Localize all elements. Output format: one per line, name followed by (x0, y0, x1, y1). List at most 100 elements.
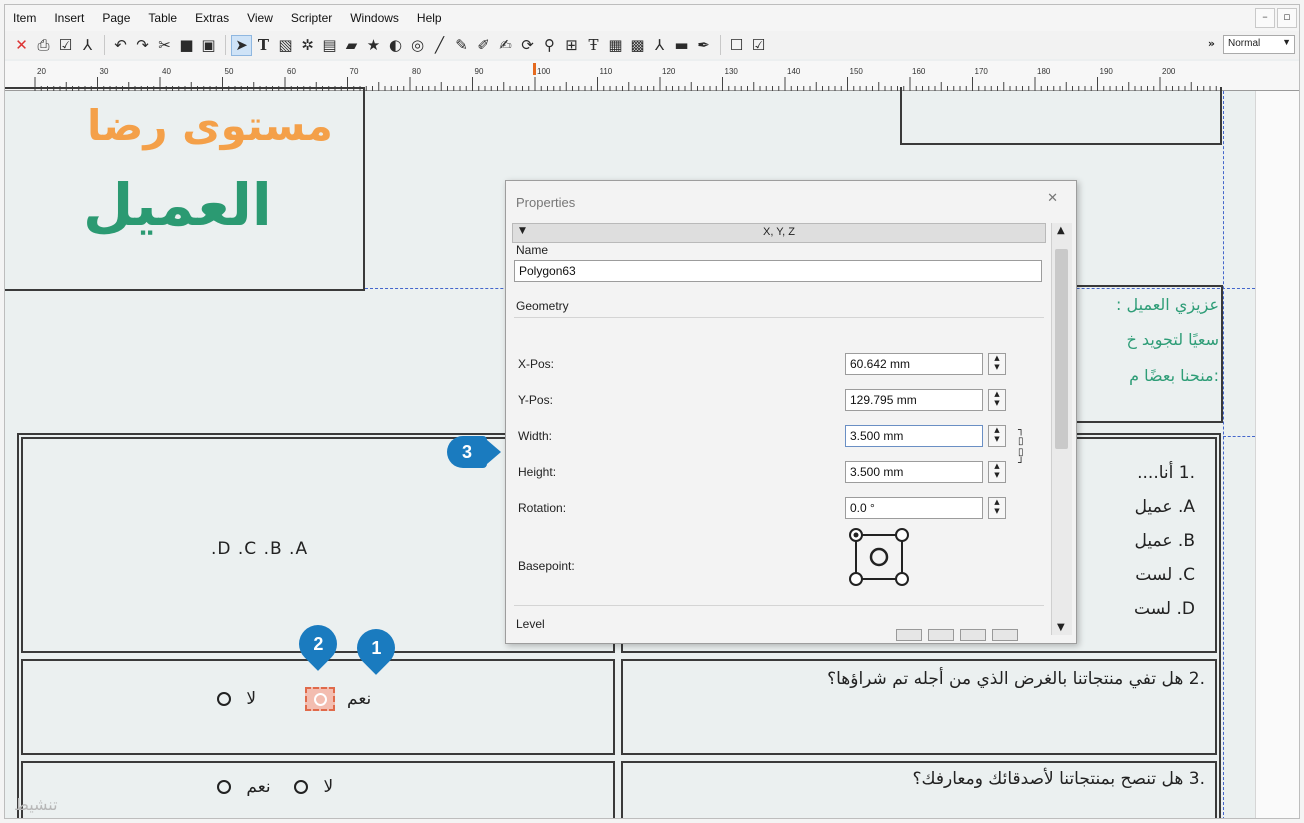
rotate-icon[interactable]: ⟳ (517, 35, 538, 56)
ypos-spinner[interactable]: ▲ ▼ (988, 389, 1006, 411)
width-input[interactable]: 3.500 mm (845, 425, 983, 447)
text-frame-icon[interactable]: T (253, 35, 274, 56)
print-icon[interactable]: ⎙ (33, 35, 54, 56)
pdf-checkbox-icon[interactable]: ☑ (748, 35, 769, 56)
menu-item-scripter[interactable]: Scripter (283, 11, 342, 25)
rotation-label: Rotation: (518, 501, 567, 515)
menu-item-item[interactable]: Item (5, 11, 46, 25)
ruler-label: 40 (162, 67, 171, 76)
ruler-label: 190 (1100, 67, 1114, 76)
table-icon[interactable]: ▤ (319, 35, 340, 56)
zoom-icon[interactable]: ⚲ (539, 35, 560, 56)
close-icon[interactable]: ✕ (1047, 191, 1058, 206)
line-icon[interactable]: ╱ (429, 35, 450, 56)
dialog-scrollbar[interactable]: ▲ ▼ (1051, 223, 1072, 635)
measure-icon[interactable]: ⅄ (649, 35, 670, 56)
header-frame[interactable] (900, 87, 1222, 145)
view-mode-value: Normal (1228, 38, 1261, 49)
q1-option-c: C. لست (1135, 565, 1195, 585)
image-frame-icon[interactable]: ▧ (275, 35, 296, 56)
minimize-icon[interactable]: – (1255, 8, 1275, 28)
basepoint-selector-icon[interactable] (848, 527, 910, 587)
shape-icon[interactable]: ▰ (341, 35, 362, 56)
paste-icon[interactable]: ▣ (198, 35, 219, 56)
ruler-label: 160 (912, 67, 926, 76)
callout-marker-3: 3 (447, 436, 501, 468)
view-mode-select[interactable]: Normal ▼ (1223, 35, 1295, 54)
ruler-label: 110 (600, 67, 613, 76)
level-button[interactable] (928, 629, 954, 641)
menu-item-table[interactable]: Table (140, 11, 187, 25)
spiral-icon[interactable]: ◎ (407, 35, 428, 56)
height-spinner[interactable]: ▲ ▼ (988, 461, 1006, 483)
arc-icon[interactable]: ◐ (385, 35, 406, 56)
link-frames-icon[interactable]: ▦ (605, 35, 626, 56)
freehand-icon[interactable]: ✐ (473, 35, 494, 56)
menu-item-extras[interactable]: Extras (187, 11, 239, 25)
ypos-label: Y-Pos: (518, 393, 553, 407)
eyedropper-icon[interactable]: ✒ (693, 35, 714, 56)
chevron-up-icon[interactable]: ▲ (1057, 225, 1065, 236)
q3-yes-label: نعم (246, 777, 271, 797)
cut-icon[interactable]: ✂ (154, 35, 175, 56)
q3-no-radio[interactable] (217, 780, 231, 794)
q1-option-d: D. لست (1134, 599, 1195, 619)
geometry-group-label: Geometry (516, 299, 569, 313)
menu-item-insert[interactable]: Insert (46, 11, 94, 25)
scrollbar-thumb[interactable] (1055, 249, 1068, 449)
level-button[interactable] (896, 629, 922, 641)
menu-item-view[interactable]: View (239, 11, 283, 25)
ruler-label: 130 (725, 67, 739, 76)
unlink-frames-icon[interactable]: ▩ (627, 35, 648, 56)
margin-guide (1223, 91, 1224, 818)
pdf-export-icon[interactable]: ⅄ (77, 35, 98, 56)
close-doc-icon[interactable]: ✕ (11, 35, 32, 56)
height-input[interactable]: 3.500 mm (845, 461, 983, 483)
q1-answer-letters: .D .C .B .A (211, 539, 309, 559)
menu-item-windows[interactable]: Windows (342, 11, 409, 25)
pasteboard-right (1255, 91, 1299, 818)
bezier-icon[interactable]: ✎ (451, 35, 472, 56)
q2-yes-radio-selected[interactable] (305, 687, 335, 711)
ruler-label: 90 (475, 67, 484, 76)
level-button[interactable] (960, 629, 986, 641)
ruler-label: 140 (787, 67, 801, 76)
redo-icon[interactable]: ↷ (132, 35, 153, 56)
rotation-spinner[interactable]: ▲ ▼ (988, 497, 1006, 519)
copy-properties-icon[interactable]: ▬ (671, 35, 692, 56)
chevron-down-icon: ▼ (1282, 37, 1291, 47)
q2-no-radio[interactable] (217, 692, 231, 706)
ruler-label: 80 (412, 67, 421, 76)
menu-item-help[interactable]: Help (409, 11, 452, 25)
q3-yes-radio[interactable] (294, 780, 309, 794)
preflight-check-icon[interactable]: ☑ (55, 35, 76, 56)
chevron-down-icon[interactable]: ▼ (1057, 622, 1065, 633)
toolbar-overflow-button[interactable]: » (1208, 37, 1215, 50)
watermark-text: تنشيط (14, 795, 58, 814)
properties-dialog[interactable]: Properties ✕ ▼ X, Y, Z ▲ ▼ Name Polygon6… (505, 180, 1077, 644)
keep-ratio-chain-icon[interactable]: ┐ ▯ ▯ ┘ (1018, 425, 1030, 469)
undo-icon[interactable]: ↶ (110, 35, 131, 56)
name-input[interactable]: Polygon63 (514, 260, 1042, 282)
select-arrow-icon[interactable]: ➤ (231, 34, 252, 56)
story-editor-icon[interactable]: Ŧ (583, 35, 604, 56)
render-frame-icon[interactable]: ✲ (297, 35, 318, 56)
ypos-input[interactable]: 129.795 mm (845, 389, 983, 411)
width-spinner[interactable]: ▲ ▼ (988, 425, 1006, 447)
rotation-input[interactable]: 0.0 ° (845, 497, 983, 519)
pdf-pushbutton-icon[interactable]: ☐ (726, 35, 747, 56)
menu-item-page[interactable]: Page (94, 11, 140, 25)
callout-number: 2 (312, 633, 324, 654)
xpos-spinner[interactable]: ▲ ▼ (988, 353, 1006, 375)
calligraphic-icon[interactable]: ✍ (495, 35, 516, 56)
level-button[interactable] (992, 629, 1018, 641)
level-group-label: Level (516, 617, 545, 631)
toolbar-separator (104, 35, 105, 55)
xpos-input[interactable]: 60.642 mm (845, 353, 983, 375)
restore-icon[interactable]: ▫ (1277, 8, 1297, 28)
polygon-star-icon[interactable]: ★ (363, 35, 384, 56)
copy-icon[interactable]: ■ (176, 35, 197, 56)
edit-text-icon[interactable]: ⊞ (561, 35, 582, 56)
level-buttons (896, 629, 1018, 641)
section-header-xyz[interactable]: ▼ X, Y, Z (512, 223, 1046, 243)
